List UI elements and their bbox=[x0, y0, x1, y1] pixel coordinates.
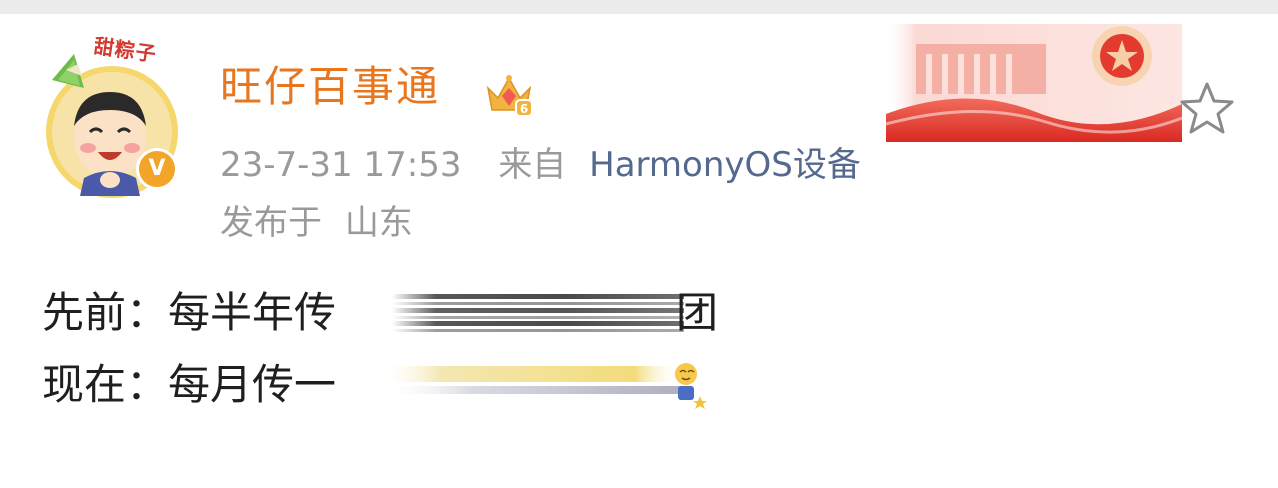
author-name[interactable]: 旺仔百事通 bbox=[220, 66, 440, 108]
post-date: 23-7-31 17:53 bbox=[220, 145, 462, 185]
top-divider bbox=[0, 0, 1278, 14]
post-text-line-1: 先前：每半年传 bbox=[42, 288, 337, 337]
post-card: 甜粽子 V 旺仔百事通 6 23-7-31 17:53 来自 HarmonyOS… bbox=[0, 0, 1278, 488]
location-label: 发布于 bbox=[220, 203, 322, 243]
avatar[interactable]: 甜粽子 V bbox=[44, 34, 196, 200]
source-link[interactable]: HarmonyOS设备 bbox=[589, 145, 861, 185]
post-text-line-1-tail: 团 bbox=[676, 288, 719, 337]
header-decoration bbox=[886, 24, 1182, 142]
verified-v-icon: V bbox=[136, 148, 178, 190]
post-meta: 23-7-31 17:53 来自 HarmonyOS设备 bbox=[220, 148, 861, 182]
vip-level: 6 bbox=[520, 102, 528, 116]
post-location: 发布于 山东 bbox=[220, 206, 413, 240]
star-outline-icon[interactable] bbox=[1178, 80, 1236, 138]
location-value: 山东 bbox=[344, 203, 413, 243]
smeared-text-overlay-1 bbox=[392, 294, 684, 332]
from-label: 来自 bbox=[498, 145, 567, 185]
crown-gem-icon[interactable]: 6 bbox=[484, 70, 534, 120]
post-text-line-2: 现在：每月传一 bbox=[42, 360, 337, 409]
verified-badge-label: V bbox=[148, 156, 166, 181]
smeared-text-overlay-2 bbox=[380, 363, 707, 409]
